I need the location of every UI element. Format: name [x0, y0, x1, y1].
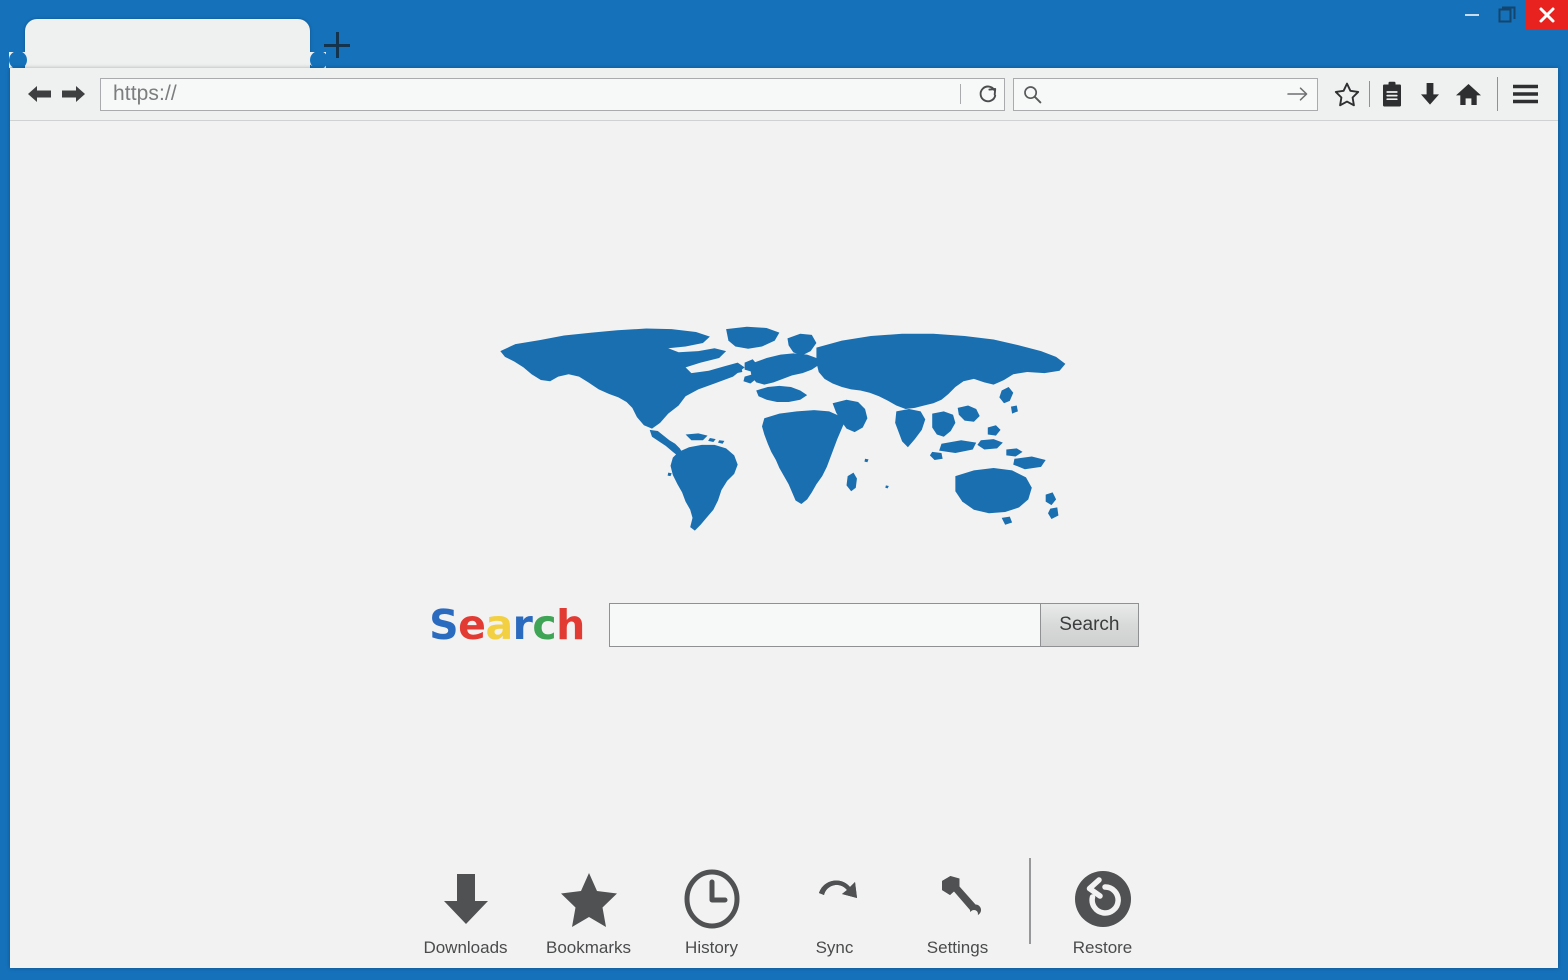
toolbar-divider-1 [1369, 81, 1370, 107]
search-logo: Search [429, 601, 585, 649]
new-tab-button[interactable] [320, 28, 354, 62]
address-bar-separator [960, 84, 961, 104]
tab-corner-left [9, 51, 27, 69]
home-icon [1455, 83, 1481, 105]
search-icon [1023, 85, 1042, 104]
shortcut-restore[interactable]: Restore [1041, 868, 1164, 958]
page-search-block: Search Search [10, 601, 1558, 649]
shortcut-divider [1029, 858, 1031, 944]
download-arrow-icon [440, 868, 492, 930]
restore-circle-icon [1073, 868, 1133, 930]
browser-tab[interactable] [9, 19, 326, 68]
page-search-input[interactable] [609, 604, 1040, 646]
back-arrow-icon [27, 86, 51, 102]
wrench-icon [930, 868, 986, 930]
maximize-restore-icon [1498, 6, 1516, 23]
logo-letter-c: c [532, 601, 557, 649]
shortcut-downloads[interactable]: Downloads [404, 868, 527, 958]
shortcut-label: Downloads [423, 938, 508, 957]
world-map [10, 321, 1558, 541]
browser-window: https:// Search Search Downloads Bookmar… [0, 0, 1568, 980]
forward-arrow-icon [61, 86, 85, 102]
minimize-button[interactable] [1454, 0, 1490, 30]
address-bar[interactable]: https:// [100, 77, 1005, 111]
shortcut-sync[interactable]: Sync [773, 868, 896, 958]
logo-letter-h: h [556, 601, 585, 649]
toolbar-search-box[interactable] [1013, 77, 1318, 111]
page-search-form: Search [608, 603, 1139, 647]
shortcut-settings[interactable]: Settings [896, 868, 1019, 958]
plus-icon-h [324, 43, 350, 47]
downloads-arrow-icon [1421, 83, 1439, 105]
sync-refresh-icon [806, 868, 864, 930]
navigation-toolbar: https:// [10, 68, 1558, 121]
logo-letter-e: e [458, 601, 486, 649]
shortcut-label: Bookmarks [545, 938, 632, 957]
menu-button[interactable] [1506, 75, 1544, 113]
window-controls [1454, 0, 1568, 30]
back-button[interactable] [22, 77, 56, 111]
forward-button[interactable] [56, 77, 90, 111]
reload-button[interactable] [972, 79, 1004, 110]
clock-icon [683, 868, 741, 930]
close-icon [1539, 7, 1555, 23]
browser-chrome: https:// Search Search Downloads Bookmar… [10, 68, 1558, 968]
shortcut-bookmarks[interactable]: Bookmarks [527, 868, 650, 958]
logo-letter-a: a [485, 601, 513, 649]
close-button[interactable] [1526, 0, 1568, 30]
tab-strip [0, 0, 1568, 69]
logo-letter-r: r [512, 601, 533, 649]
minimize-icon [1465, 14, 1479, 16]
shortcut-label: History [685, 938, 738, 957]
logo-letter-s: S [429, 601, 459, 649]
star-filled-icon [560, 868, 618, 930]
shortcut-label: Sync [815, 938, 854, 957]
reading-list-button[interactable] [1373, 75, 1411, 113]
shortcut-label: Settings [926, 938, 989, 957]
arrow-right-icon[interactable] [1287, 86, 1309, 102]
shortcut-bar: Downloads Bookmarks History Sync Setting… [10, 858, 1558, 958]
bookmark-star-icon [1334, 82, 1360, 106]
address-bar-text[interactable]: https:// [113, 82, 960, 106]
page-search-submit-button[interactable]: Search [1039, 604, 1138, 646]
world-map-graphic [500, 326, 1066, 531]
title-bar [0, 0, 1568, 69]
new-tab-page: Search Search Downloads Bookmarks Histor… [10, 121, 1558, 968]
reading-list-icon [1383, 81, 1401, 106]
shortcut-history[interactable]: History [650, 868, 773, 958]
toolbar-icon-group [1328, 75, 1544, 113]
downloads-button[interactable] [1411, 75, 1449, 113]
maximize-button[interactable] [1490, 0, 1526, 30]
home-button[interactable] [1449, 75, 1487, 113]
shortcut-label: Restore [1072, 938, 1133, 957]
bookmark-star-button[interactable] [1328, 75, 1366, 113]
menu-hamburger-icon [1512, 84, 1538, 104]
toolbar-divider-2 [1497, 77, 1498, 111]
reload-icon [979, 85, 997, 102]
